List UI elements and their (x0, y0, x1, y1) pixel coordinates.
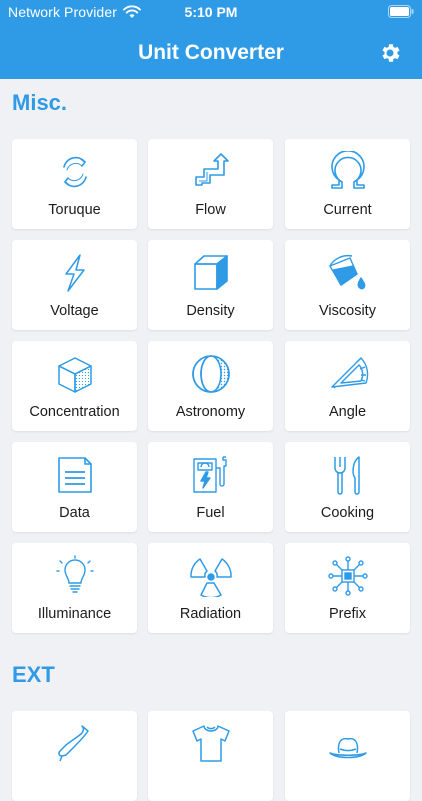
card-label: Prefix (328, 606, 367, 622)
hat-icon (328, 737, 367, 759)
card-label: Viscosity (319, 303, 376, 319)
omega-icon (330, 151, 365, 189)
card-flow[interactable]: Flow (148, 139, 273, 229)
settings-gear-icon[interactable] (378, 41, 402, 65)
card-voltage[interactable]: Voltage (12, 240, 137, 330)
moon-icon (191, 355, 230, 393)
card-torque[interactable]: Toruque (12, 139, 137, 229)
card-cooking[interactable]: Cooking (285, 442, 410, 532)
flow-pipe-icon (194, 153, 229, 186)
card-label: Current (323, 202, 372, 218)
paint-bucket-icon (328, 254, 365, 290)
status-bar: Network Provider 5:10 PM (0, 0, 422, 24)
card-astronomy[interactable]: Astronomy (148, 341, 273, 431)
misc-grid: Toruque Flow Current Voltage Density Vis… (12, 139, 410, 633)
card-label: Density (186, 303, 235, 319)
card-density[interactable]: Density (148, 240, 273, 330)
card-label: Fuel (196, 505, 225, 521)
section-title-ext: EXT (12, 662, 55, 687)
light-bulb-icon (55, 555, 94, 593)
app-header: Network Provider 5:10 PM Unit Converter (0, 0, 422, 79)
card-label: Voltage (50, 303, 99, 319)
card-label: Concentration (29, 404, 120, 420)
card-shirt[interactable] (148, 711, 273, 801)
card-fuel[interactable]: Fuel (148, 442, 273, 532)
card-concentration[interactable]: Concentration (12, 341, 137, 431)
ext-grid (12, 711, 410, 801)
network-node-icon (327, 556, 368, 596)
card-hat[interactable] (285, 711, 410, 801)
card-label: Flow (195, 202, 226, 218)
card-prefix[interactable]: Prefix (285, 543, 410, 633)
lightning-icon (64, 254, 85, 292)
fuel-pump-icon (192, 456, 227, 493)
card-label: Data (59, 505, 90, 521)
card-viscosity[interactable]: Viscosity (285, 240, 410, 330)
card-illuminance[interactable]: Illuminance (12, 543, 137, 633)
card-data[interactable]: Data (12, 442, 137, 532)
section-title-misc: Misc. (12, 90, 68, 115)
card-label: Illuminance (37, 606, 112, 622)
card-label: Astronomy (175, 404, 246, 420)
document-icon (57, 457, 92, 493)
cube-icon (193, 255, 228, 290)
dotted-cube-icon (57, 357, 92, 393)
card-current[interactable]: Current (285, 139, 410, 229)
fork-knife-icon (333, 456, 360, 495)
card-radiation[interactable]: Radiation (148, 543, 273, 633)
battery-icon (388, 5, 414, 18)
card-label: Toruque (48, 202, 101, 218)
shirt-icon (191, 725, 230, 762)
torque-rotate-icon (62, 156, 87, 188)
card-angle[interactable]: Angle (285, 341, 410, 431)
protractor-icon (330, 357, 368, 389)
card-shoe[interactable] (12, 711, 137, 801)
status-time: 5:10 PM (184, 4, 238, 20)
radiation-icon (189, 558, 232, 597)
card-label: Cooking (320, 505, 375, 521)
app-title: Unit Converter (138, 41, 284, 64)
card-label: Angle (328, 404, 367, 420)
card-label: Radiation (179, 606, 242, 622)
shoe-icon (57, 725, 89, 762)
